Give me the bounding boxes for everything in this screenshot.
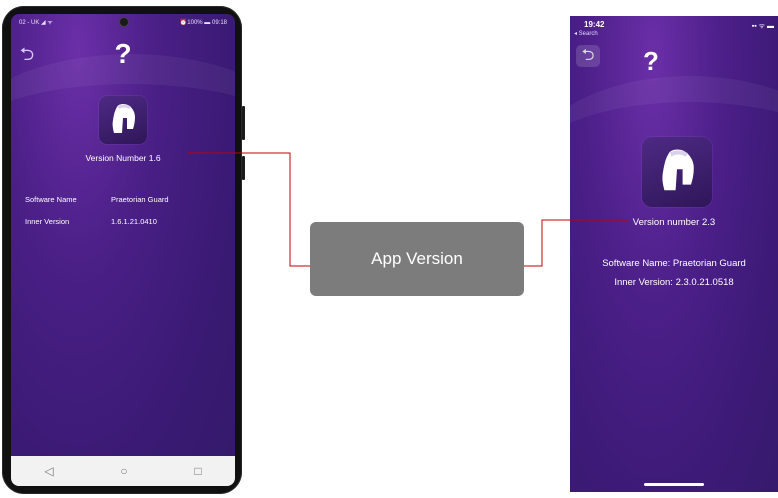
- connector-right: [524, 219, 628, 267]
- connector-left: [188, 152, 310, 267]
- app-version-callout: App Version: [310, 222, 524, 296]
